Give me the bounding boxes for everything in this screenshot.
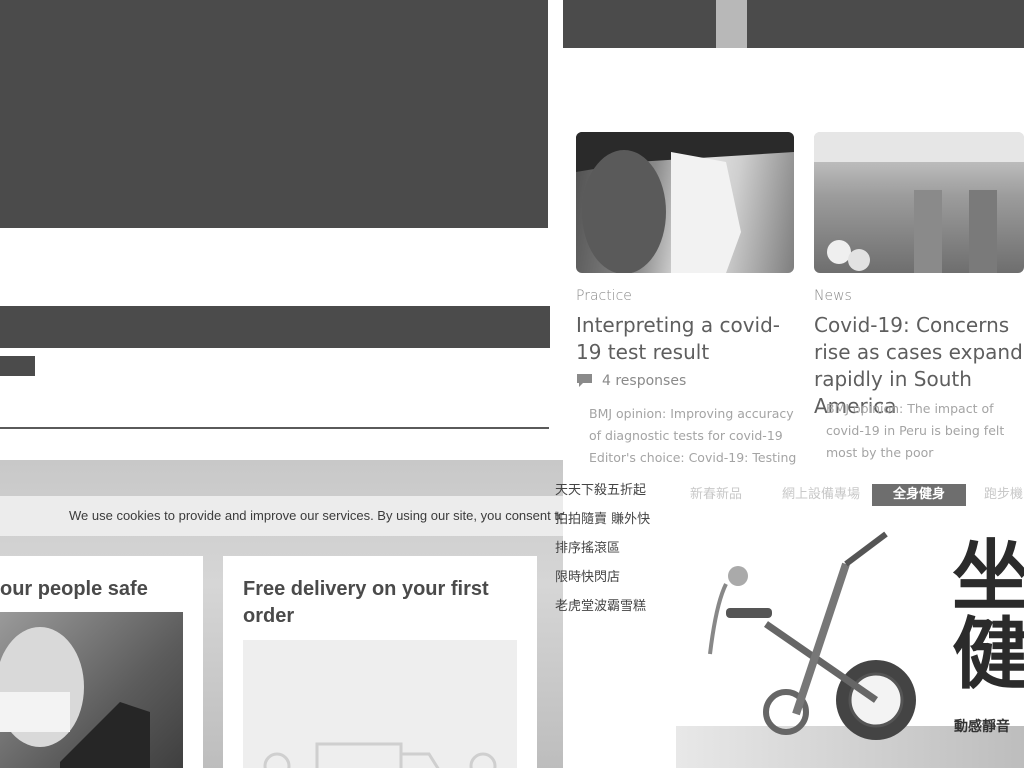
banner-subtitle: 動感靜音 <box>954 719 1010 735</box>
banner-headline: 坐健 <box>952 532 1024 700</box>
nav-chip[interactable] <box>0 356 35 376</box>
person-photo-icon <box>0 627 150 768</box>
divider <box>0 427 549 429</box>
promo-link[interactable]: 拍拍隨賣 賺外快 <box>555 505 665 534</box>
promo-link[interactable]: 排序搖滾區 <box>555 534 665 563</box>
cookie-consent-text: We use cookies to provide and improve ou… <box>69 508 563 523</box>
nav-tab-fitness[interactable]: 全身健身 <box>872 484 967 506</box>
article-snippet[interactable]: BMJ opinion: The impact of covid-19 in P… <box>826 398 1024 464</box>
article-image[interactable] <box>576 132 794 273</box>
promo-card-photo <box>0 612 183 768</box>
promo-link-list: 天天下殺五折起 拍拍隨賣 賺外快 排序搖滾區 限時快閃店 老虎堂波霸雪糕 <box>555 476 665 621</box>
promo-card-safety[interactable]: our people safe <box>0 556 203 768</box>
category-nav: 新春新品 網上設備專場 全身健身 跑步機 <box>690 484 1024 506</box>
test-swab-photo-icon <box>576 132 794 273</box>
nav-tab-new[interactable]: 新春新品 <box>690 484 742 506</box>
promo-link[interactable]: 天天下殺五折起 <box>555 476 665 505</box>
promo-card-title: Free delivery on your first order <box>243 578 489 627</box>
truck-icon <box>263 742 497 768</box>
article-snippet[interactable]: BMJ opinion: Improving accuracy of diagn… <box>589 403 799 469</box>
article-title[interactable]: Interpreting a covid-19 test result <box>576 312 798 366</box>
comment-icon <box>576 373 593 392</box>
promo-card-title: our people safe <box>0 578 148 600</box>
nav-tab-treadmill[interactable]: 跑步機 <box>984 484 1023 506</box>
hero-image-block <box>0 0 548 228</box>
cookie-consent-banner: We use cookies to provide and improve ou… <box>0 496 563 536</box>
navigation-bar <box>0 306 550 348</box>
delivery-truck-illustration <box>243 640 517 768</box>
promo-link[interactable]: 限時快閃店 <box>555 563 665 592</box>
article-category[interactable]: Practice <box>576 288 632 304</box>
article-category[interactable]: News <box>814 288 852 304</box>
article-responses[interactable]: 4 responses <box>602 373 686 389</box>
product-banner[interactable]: 坐健 動感靜音 <box>676 520 1024 768</box>
nav-tab-online[interactable]: 網上設備專場 <box>782 484 860 506</box>
promo-card-delivery[interactable]: Free delivery on your first order <box>223 556 537 768</box>
article-image[interactable] <box>814 132 1024 273</box>
promo-link[interactable]: 老虎堂波霸雪糕 <box>555 592 665 621</box>
header-separator <box>716 0 747 48</box>
exercise-bike-icon <box>708 531 916 740</box>
site-header-block <box>563 0 716 48</box>
site-header-block <box>747 0 1024 48</box>
market-photo-icon <box>814 132 1024 273</box>
